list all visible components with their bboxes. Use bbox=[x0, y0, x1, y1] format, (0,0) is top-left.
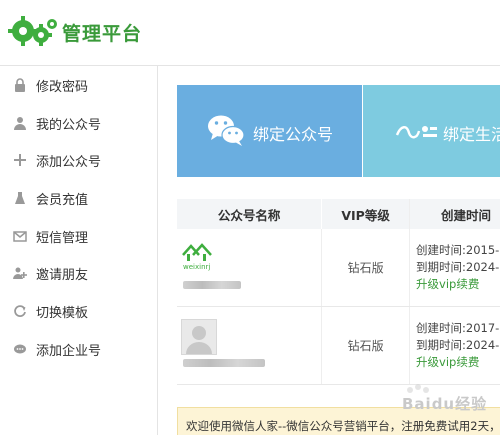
sidebar-item-switch-template[interactable]: 切换模板 bbox=[0, 293, 158, 329]
expire-time-text: 到期时间:2024-0 bbox=[416, 338, 500, 352]
vip-level-cell: 钻石版 bbox=[321, 229, 411, 307]
sidebar-item-label: 会员充值 bbox=[36, 193, 89, 208]
column-header-account-name: 公众号名称 bbox=[177, 199, 323, 229]
action-banner: 绑定公众号 绑定生活 bbox=[177, 85, 500, 177]
sidebar-item-label: 我的公众号 bbox=[36, 118, 102, 133]
accounts-table: 公众号名称 VIP等级 创建时间 weixinrj 钻石版 创建时间:2015-… bbox=[177, 199, 500, 385]
vip-level-cell: 钻石版 bbox=[321, 306, 411, 385]
blurred-account-name bbox=[183, 281, 241, 289]
sidebar-item-label: 邀请朋友 bbox=[36, 268, 89, 283]
brand-title: 管理平台 bbox=[62, 23, 143, 45]
column-header-vip-level: VIP等级 bbox=[321, 199, 411, 229]
sidebar-item-add-account[interactable]: 添加公众号 bbox=[0, 142, 158, 178]
avatar bbox=[181, 319, 217, 355]
user-icon bbox=[14, 117, 26, 130]
flask-icon bbox=[15, 192, 25, 204]
envelope-icon bbox=[13, 231, 27, 242]
sidebar-item-my-accounts[interactable]: 我的公众号 bbox=[0, 105, 158, 141]
sidebar-item-recharge[interactable]: 会员充值 bbox=[0, 180, 158, 216]
sidebar-item-label: 短信管理 bbox=[36, 231, 89, 246]
blurred-account-name bbox=[183, 359, 265, 367]
house-logo-icon: weixinrj bbox=[182, 243, 212, 271]
upgrade-vip-link[interactable]: 升级vip续费 bbox=[416, 354, 500, 371]
created-time-cell: 创建时间:2017-0 到期时间:2024-0 升级vip续费 bbox=[409, 306, 500, 385]
sidebar-item-label: 切换模板 bbox=[36, 306, 89, 321]
sidebar-item-sms[interactable]: 短信管理 bbox=[0, 218, 158, 254]
sidebar: 修改密码 我的公众号 添加公众号 会员充值 短信管理 邀请朋友 切换模板 添加企… bbox=[0, 66, 158, 435]
gears-logo-icon bbox=[8, 16, 57, 46]
account-name-cell bbox=[177, 306, 322, 385]
wechat-icon bbox=[208, 115, 245, 146]
main-content: 绑定公众号 绑定生活 公众号名称 VIP等级 创建时间 weixinrj 钻石版… bbox=[159, 67, 500, 435]
upgrade-vip-link[interactable]: 升级vip续费 bbox=[416, 276, 500, 293]
chat-bubble-icon bbox=[14, 344, 26, 354]
sidebar-item-label: 添加公众号 bbox=[36, 155, 102, 170]
sidebar-item-add-enterprise[interactable]: 添加企业号 bbox=[0, 331, 158, 367]
bind-life-account-button[interactable]: 绑定生活 bbox=[363, 85, 500, 177]
sidebar-item-label: 修改密码 bbox=[36, 80, 89, 95]
logo-text: weixinrj bbox=[183, 263, 210, 271]
refresh-icon bbox=[14, 305, 26, 317]
default-avatar-icon bbox=[186, 326, 212, 354]
sidebar-item-invite[interactable]: 邀请朋友 bbox=[0, 255, 158, 291]
created-time-text: 创建时间:2017-0 bbox=[416, 321, 500, 335]
plus-icon bbox=[14, 154, 26, 166]
created-time-cell: 创建时间:2015-0 到期时间:2024-0 升级vip续费 bbox=[409, 229, 500, 307]
watermark-text: Baidu经验 bbox=[402, 395, 488, 413]
account-name-cell: weixinrj bbox=[177, 229, 322, 307]
sidebar-item-label: 添加企业号 bbox=[36, 344, 102, 359]
table-header-row: 公众号名称 VIP等级 创建时间 bbox=[177, 199, 500, 229]
app-header: 管理平台 bbox=[0, 0, 500, 66]
bind-official-account-label: 绑定公众号 bbox=[253, 125, 334, 144]
column-header-created-time: 创建时间 bbox=[409, 199, 500, 229]
bind-life-account-label: 绑定生活 bbox=[443, 125, 500, 144]
lock-icon bbox=[15, 78, 25, 92]
table-row[interactable]: weixinrj 钻石版 创建时间:2015-0 到期时间:2024-0 升级v… bbox=[177, 229, 500, 307]
life-account-icon bbox=[395, 126, 437, 139]
sidebar-item-change-password[interactable]: 修改密码 bbox=[0, 67, 158, 103]
expire-time-text: 到期时间:2024-0 bbox=[416, 260, 500, 274]
table-row[interactable]: 钻石版 创建时间:2017-0 到期时间:2024-0 升级vip续费 bbox=[177, 306, 500, 385]
created-time-text: 创建时间:2015-0 bbox=[416, 243, 500, 257]
bind-official-account-button[interactable]: 绑定公众号 bbox=[177, 85, 362, 177]
invite-icon bbox=[13, 267, 27, 279]
